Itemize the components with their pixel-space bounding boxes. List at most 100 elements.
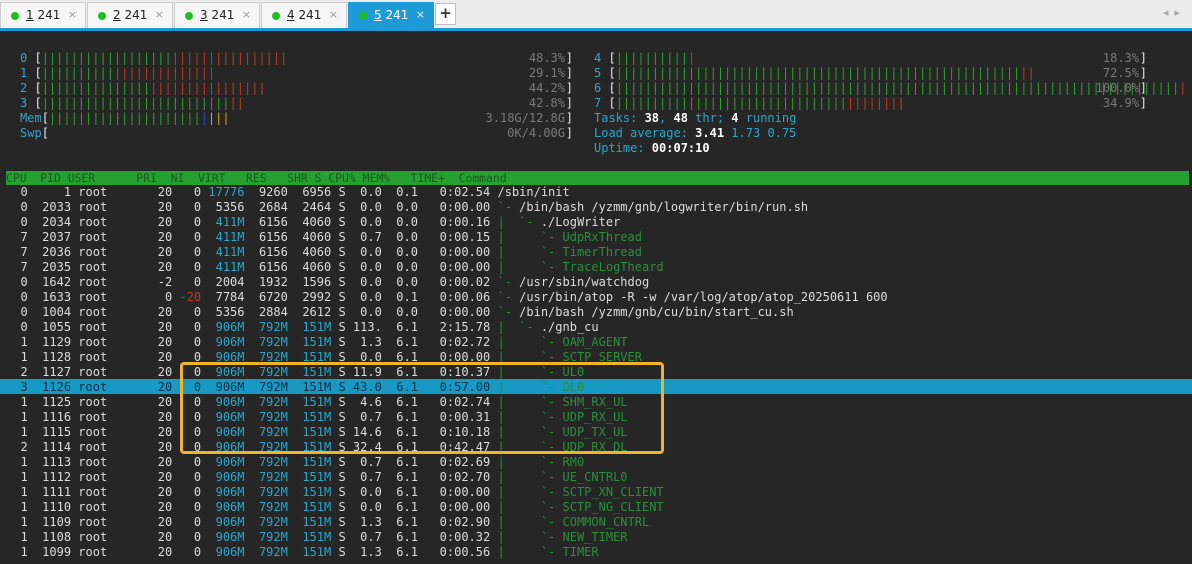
- tab-session-1[interactable]: 1 241 ×: [0, 2, 86, 28]
- col-virt: 411M: [215, 260, 245, 274]
- col-cpup: 1.3: [360, 515, 382, 529]
- process-row[interactable]: 7 2035 root 20 0 411M 6156 4060 S 0.0 0.…: [6, 260, 663, 275]
- process-row[interactable]: 1 1109 root 20 0 906M 792M 151M S 1.3 6.…: [6, 515, 649, 530]
- col-virt: 5356: [215, 305, 245, 319]
- col-cpup: 0.0: [360, 485, 382, 499]
- col-user: root: [78, 455, 108, 469]
- tab-label: 2 241: [113, 8, 147, 22]
- new-tab-button[interactable]: +: [435, 3, 456, 25]
- col-shr: 151M: [302, 320, 332, 334]
- process-row[interactable]: 1 1113 root 20 0 906M 792M 151M S 0.7 6.…: [6, 455, 584, 470]
- col-s: S: [338, 320, 346, 334]
- process-row[interactable]: 0 1055 root 20 0 906M 792M 151M S 113. 6…: [6, 320, 598, 335]
- col-cpup: 0.0: [360, 215, 382, 229]
- tab-session-5[interactable]: 5 241 ×: [348, 2, 434, 28]
- col-user: root: [78, 350, 108, 364]
- process-row[interactable]: 0 1642 root -2 0 2004 1932 1596 S 0.0 0.…: [6, 275, 649, 290]
- col-shr: 151M: [302, 515, 332, 529]
- col-pri: 20: [157, 425, 173, 439]
- process-row[interactable]: 7 2036 root 20 0 411M 6156 4060 S 0.0 0.…: [6, 245, 642, 260]
- col-pid: 1004: [42, 305, 72, 319]
- col-cpup: 0.0: [360, 500, 382, 514]
- col-virt: 17776: [208, 185, 245, 199]
- col-virt: 906M: [215, 515, 245, 529]
- tab-number: 1: [26, 8, 34, 22]
- cpu-meter: 7 [|||||||||||||||||||||||||||||||||||||…: [594, 96, 1147, 111]
- process-row[interactable]: 0 2033 root 20 0 5356 2684 2464 S 0.0 0.…: [6, 200, 808, 215]
- process-row[interactable]: 1 1111 root 20 0 906M 792M 151M S 0.0 6.…: [6, 485, 663, 500]
- tab-session-2[interactable]: 2 241 ×: [87, 2, 173, 28]
- meter-bracket-close: ]: [565, 81, 573, 95]
- meter-bar-red: ||||||||||||||||: [171, 51, 288, 65]
- col-res: 792M: [258, 545, 288, 559]
- close-tab-icon[interactable]: ×: [68, 8, 77, 21]
- tab-session-3[interactable]: 3 241 ×: [174, 2, 260, 28]
- process-row[interactable]: 0 1004 root 20 0 5356 2884 2612 S 0.0 0.…: [6, 305, 793, 320]
- meter-value: 44.2%: [528, 81, 565, 95]
- process-row[interactable]: 1 1099 root 20 0 906M 792M 151M S 1.3 6.…: [6, 545, 598, 560]
- col-user: root: [78, 320, 108, 334]
- col-pid: 1115: [42, 425, 72, 439]
- meter-value: 3.18G/12.8G: [485, 111, 565, 125]
- tree-connector: | `-: [497, 335, 563, 349]
- col-cpup: 0.7: [360, 455, 382, 469]
- process-row[interactable]: 0 2034 root 20 0 411M 6156 4060 S 0.0 0.…: [6, 215, 620, 230]
- col-cpup: 0.0: [360, 275, 382, 289]
- close-tab-icon[interactable]: ×: [329, 8, 338, 21]
- process-row[interactable]: 1 1108 root 20 0 906M 792M 151M S 0.7 6.…: [6, 530, 627, 545]
- col-s: S: [338, 515, 346, 529]
- tab-scroll-arrows[interactable]: ◂▸: [1163, 6, 1186, 19]
- process-row[interactable]: 1 1129 root 20 0 906M 792M 151M S 1.3 6.…: [6, 335, 627, 350]
- col-virt: 5356: [215, 200, 245, 214]
- process-row[interactable]: 0 1 root 20 0 17776 9260 6956 S 0.0 0.1 …: [6, 185, 569, 200]
- col-cpu: 1: [20, 545, 28, 559]
- col-pri: 20: [157, 410, 173, 424]
- tab-name: 241: [120, 8, 148, 22]
- col-cpup: 0.7: [360, 230, 382, 244]
- col-s: S: [338, 230, 346, 244]
- col-cpu: 1: [20, 515, 28, 529]
- col-time: 0:00.02: [439, 275, 491, 289]
- tab-session-4[interactable]: 4 241 ×: [261, 2, 347, 28]
- meter-bar-red: |: [1179, 81, 1187, 95]
- connected-status-icon: [359, 12, 367, 20]
- col-user: root: [78, 395, 108, 409]
- col-shr: 151M: [302, 500, 332, 514]
- col-time: 0:02.54: [439, 185, 491, 199]
- col-memp: 6.1: [396, 335, 418, 349]
- col-memp: 6.1: [396, 485, 418, 499]
- meter-bracket-close: ]: [565, 66, 573, 80]
- col-res: 792M: [258, 530, 288, 544]
- col-cpu: 7: [20, 230, 28, 244]
- col-pri: 20: [157, 230, 173, 244]
- col-cpu: 1: [20, 395, 28, 409]
- col-pri: 20: [157, 455, 173, 469]
- close-tab-icon[interactable]: ×: [155, 8, 164, 21]
- col-user: root: [78, 215, 108, 229]
- close-tab-icon[interactable]: ×: [416, 8, 425, 21]
- process-row[interactable]: 7 2037 root 20 0 411M 6156 4060 S 0.7 0.…: [6, 230, 642, 245]
- col-pri: 20: [157, 380, 173, 394]
- process-row[interactable]: 1 1110 root 20 0 906M 792M 151M S 0.0 6.…: [6, 500, 663, 515]
- col-virt: 906M: [215, 470, 245, 484]
- process-table-header[interactable]: CPU PID USER PRI NI VIRT RES SHR S CPU% …: [6, 171, 1189, 185]
- col-cpu: 7: [20, 260, 28, 274]
- col-cpu: 0: [20, 185, 28, 199]
- meter-bar-red: |: [687, 51, 696, 65]
- col-time: 0:00.15: [439, 230, 491, 244]
- col-time: 0:02.69: [439, 455, 491, 469]
- col-pri: 20: [157, 470, 173, 484]
- col-s: S: [338, 290, 346, 304]
- process-row[interactable]: 0 1633 root 0 -20 7784 6720 2992 S 0.0 0…: [6, 290, 887, 305]
- close-tab-icon[interactable]: ×: [242, 8, 251, 21]
- terminal-htop[interactable]: 0 [|||||||||||||||||||||||||||||||||| 48.…: [0, 31, 1192, 564]
- col-memp: 0.0: [396, 230, 418, 244]
- connected-status-icon: [11, 12, 19, 20]
- process-row[interactable]: 1 1112 root 20 0 906M 792M 151M S 0.7 6.…: [6, 470, 627, 485]
- col-cpu: 1: [20, 350, 28, 364]
- meter-bracket-open: [: [41, 126, 49, 140]
- col-pid: 1128: [42, 350, 72, 364]
- col-cpup: 0.0: [360, 245, 382, 259]
- col-res: 6156: [258, 245, 288, 259]
- col-cpu: 1: [20, 410, 28, 424]
